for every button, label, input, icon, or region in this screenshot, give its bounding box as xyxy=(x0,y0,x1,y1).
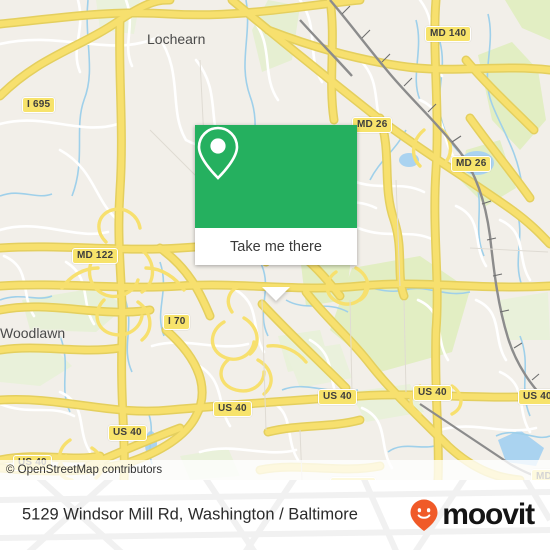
route-shield-i-695[interactable]: I 695 xyxy=(22,97,56,113)
route-shield-i-70[interactable]: I 70 xyxy=(163,314,191,330)
popup-icon-area xyxy=(195,125,357,228)
route-shield-md-26[interactable]: MD 26 xyxy=(451,156,492,172)
map-canvas[interactable]: Lochearn Woodlawn MD 140 I 695 MD 26 MD … xyxy=(0,0,550,480)
route-shield-md-140[interactable]: MD 140 xyxy=(425,26,472,42)
moovit-smiley-pin-icon xyxy=(410,499,438,531)
location-address: 5129 Windsor Mill Rd, Washington / Balti… xyxy=(22,505,358,524)
route-shield-us-40[interactable]: US 40 xyxy=(518,389,550,405)
place-label: Lochearn xyxy=(147,31,205,47)
place-label-text: Woodlawn xyxy=(0,325,66,341)
location-popup-card[interactable]: Take me there xyxy=(195,125,357,301)
place-label-text: Lochearn xyxy=(147,31,206,47)
map-pin-icon xyxy=(197,126,239,180)
route-shield-us-40[interactable]: US 40 xyxy=(413,385,452,401)
route-shield-us-40[interactable]: US 40 xyxy=(318,389,357,405)
route-shield-md-26[interactable]: MD 26 xyxy=(352,117,393,133)
moovit-logo[interactable]: moovit xyxy=(409,498,535,532)
place-label: Woodlawn xyxy=(0,325,65,341)
moovit-wordmark: moovit xyxy=(442,498,535,531)
take-me-there-button[interactable]: Take me there xyxy=(230,239,322,255)
map-attribution[interactable]: © OpenStreetMap contributors xyxy=(0,460,550,480)
popup-pointer xyxy=(262,287,290,301)
footer-bar: 5129 Windsor Mill Rd, Washington / Balti… xyxy=(0,480,550,550)
route-shield-us-40[interactable]: US 40 xyxy=(213,401,252,417)
screenshot-root: Lochearn Woodlawn MD 140 I 695 MD 26 MD … xyxy=(0,0,550,550)
route-shield-us-40[interactable]: US 40 xyxy=(108,425,147,441)
attribution-text: © OpenStreetMap contributors xyxy=(6,464,163,476)
popup-action-area[interactable]: Take me there xyxy=(195,228,357,265)
route-shield-md-122[interactable]: MD 122 xyxy=(72,248,119,264)
